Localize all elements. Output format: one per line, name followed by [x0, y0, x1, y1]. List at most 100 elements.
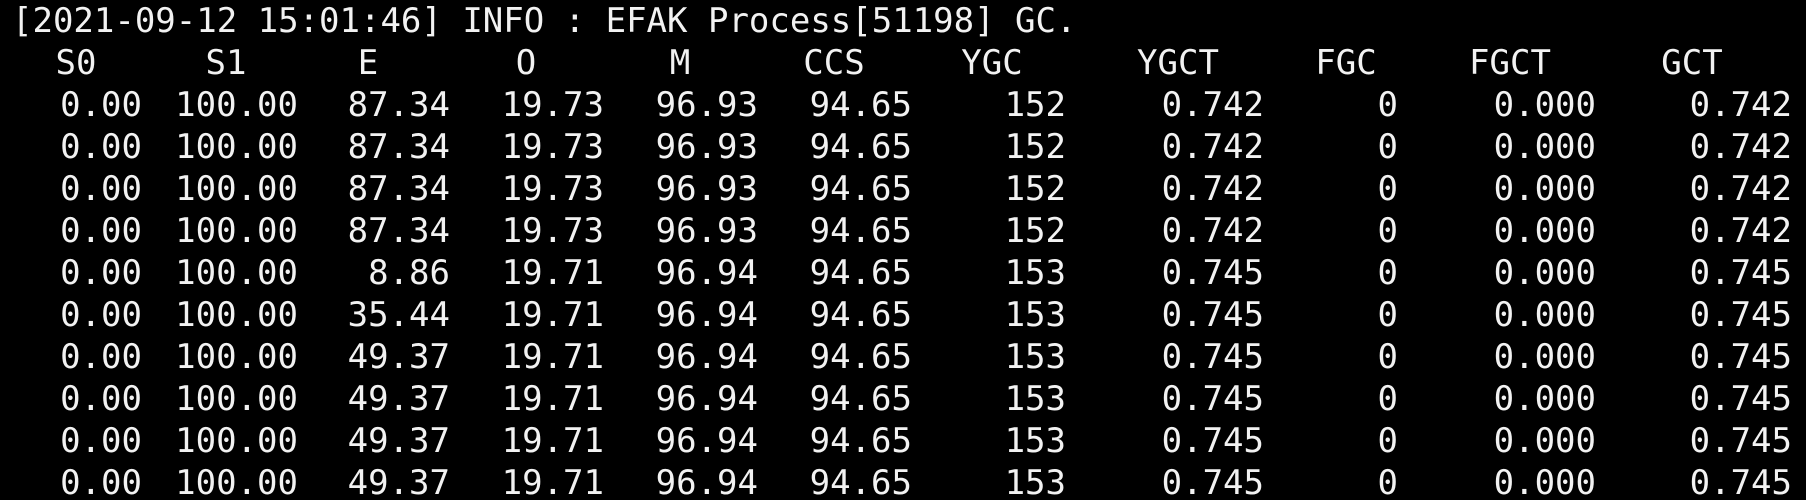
table-cell: 100.00: [175, 127, 298, 167]
table-cell: 8.86: [368, 253, 450, 293]
table-row: 0.00 100.00 8.86 19.71 96.94 94.65 153 0.745 0 0.…: [0, 252, 1806, 294]
table-header-row: S0 S1 E O M CCS YGC YGCT FGC FGCT GCT: [0, 42, 1806, 84]
table-cell: 35.44: [347, 295, 450, 335]
table-cell: 96.94: [655, 463, 758, 500]
table-cell: 49.37: [347, 463, 450, 500]
column-header-fgct: FGCT: [1469, 43, 1551, 83]
table-cell: 100.00: [175, 253, 298, 293]
table-cell: 153: [1004, 463, 1066, 500]
table-cell: 0.745: [1689, 379, 1792, 419]
table-cell: 19.73: [501, 211, 604, 251]
table-row: 0.00 100.00 49.37 19.71 96.94 94.65 153 0.745 0 0…: [0, 336, 1806, 378]
column-header-fgc: FGC: [1315, 43, 1377, 83]
table-cell: 94.65: [809, 421, 912, 461]
table-cell: 96.93: [655, 169, 758, 209]
table-cell: 0.000: [1493, 463, 1596, 500]
table-cell: 0.742: [1689, 169, 1792, 209]
table-cell: 0.000: [1493, 421, 1596, 461]
table-cell: 49.37: [347, 337, 450, 377]
table-cell: 0: [1377, 337, 1398, 377]
table-cell: 0.00: [60, 211, 142, 251]
table-cell: 0: [1377, 211, 1398, 251]
table-cell: 0.745: [1161, 463, 1264, 500]
table-cell: 152: [1004, 211, 1066, 251]
table-cell: 100.00: [175, 85, 298, 125]
table-cell: 0: [1377, 85, 1398, 125]
table-cell: 94.65: [809, 211, 912, 251]
table-cell: 100.00: [175, 211, 298, 251]
table-cell: 152: [1004, 127, 1066, 167]
table-row: 0.00 100.00 87.34 19.73 96.93 94.65 152 0.742 0 0…: [0, 84, 1806, 126]
table-cell: 96.94: [655, 337, 758, 377]
table-cell: 19.73: [501, 169, 604, 209]
table-cell: 0: [1377, 253, 1398, 293]
table-cell: 94.65: [809, 295, 912, 335]
terminal-window[interactable]: [2021-09-12 15:01:46] INFO : EFAK Proces…: [0, 0, 1806, 500]
table-cell: 0.00: [60, 421, 142, 461]
column-header-e: E: [357, 43, 379, 83]
table-cell: 0.745: [1161, 421, 1264, 461]
table-cell: 96.94: [655, 379, 758, 419]
table-cell: 0.745: [1689, 421, 1792, 461]
table-cell: 0.742: [1161, 211, 1264, 251]
table-cell: 152: [1004, 85, 1066, 125]
column-header-s1: S1: [205, 43, 247, 83]
table-cell: 0: [1377, 463, 1398, 500]
table-cell: 94.65: [809, 85, 912, 125]
table-cell: 96.93: [655, 127, 758, 167]
table-cell: 87.34: [347, 169, 450, 209]
table-cell: 0.745: [1689, 463, 1792, 500]
table-cell: 0.000: [1493, 127, 1596, 167]
table-cell: 19.71: [501, 295, 604, 335]
table-cell: 19.71: [501, 337, 604, 377]
table-cell: 153: [1004, 337, 1066, 377]
table-cell: 0.745: [1161, 253, 1264, 293]
table-cell: 152: [1004, 169, 1066, 209]
table-cell: 153: [1004, 295, 1066, 335]
table-cell: 94.65: [809, 169, 912, 209]
column-header-o: O: [515, 43, 537, 83]
table-cell: 0: [1377, 127, 1398, 167]
table-row: 0.00 100.00 49.37 19.71 96.94 94.65 153 0.745 0 0…: [0, 462, 1806, 500]
table-cell: 0.745: [1689, 295, 1792, 335]
table-cell: 19.73: [501, 127, 604, 167]
column-header-m: M: [669, 43, 691, 83]
column-header-ccs: CCS: [803, 43, 865, 83]
table-cell: 0.00: [60, 253, 142, 293]
table-cell: 0.742: [1689, 85, 1792, 125]
table-cell: 0.745: [1161, 379, 1264, 419]
table-cell: 0.742: [1161, 85, 1264, 125]
table-cell: 94.65: [809, 127, 912, 167]
table-cell: 0.745: [1161, 295, 1264, 335]
table-cell: 19.71: [501, 421, 604, 461]
table-cell: 0.000: [1493, 295, 1596, 335]
table-cell: 0: [1377, 295, 1398, 335]
column-header-ygct: YGCT: [1137, 43, 1219, 83]
table-cell: 0.000: [1493, 379, 1596, 419]
table-cell: 96.94: [655, 421, 758, 461]
table-cell: 153: [1004, 253, 1066, 293]
table-cell: 0.00: [60, 85, 142, 125]
table-row: 0.00 100.00 35.44 19.71 96.94 94.65 153 0.745 0 0…: [0, 294, 1806, 336]
table-cell: 87.34: [347, 127, 450, 167]
table-cell: 0: [1377, 421, 1398, 461]
table-cell: 0.742: [1161, 169, 1264, 209]
table-cell: 100.00: [175, 169, 298, 209]
table-cell: 49.37: [347, 379, 450, 419]
table-row: 0.00 100.00 87.34 19.73 96.93 94.65 152 0.742 0 0…: [0, 210, 1806, 252]
table-body: 0.00 100.00 87.34 19.73 96.93 94.65 152 0.742 0 0…: [0, 84, 1806, 500]
table-cell: 0.742: [1689, 127, 1792, 167]
table-cell: 94.65: [809, 379, 912, 419]
table-cell: 0.00: [60, 169, 142, 209]
table-cell: 96.93: [655, 85, 758, 125]
table-cell: 19.73: [501, 85, 604, 125]
table-row: 0.00 100.00 87.34 19.73 96.93 94.65 152 0.742 0 0…: [0, 126, 1806, 168]
table-cell: 19.71: [501, 253, 604, 293]
table-row: 0.00 100.00 49.37 19.71 96.94 94.65 153 0.745 0 0…: [0, 378, 1806, 420]
table-cell: 0.000: [1493, 211, 1596, 251]
table-cell: 94.65: [809, 253, 912, 293]
table-cell: 94.65: [809, 337, 912, 377]
table-cell: 100.00: [175, 379, 298, 419]
column-header-ygc: YGC: [961, 43, 1023, 83]
table-cell: 87.34: [347, 85, 450, 125]
